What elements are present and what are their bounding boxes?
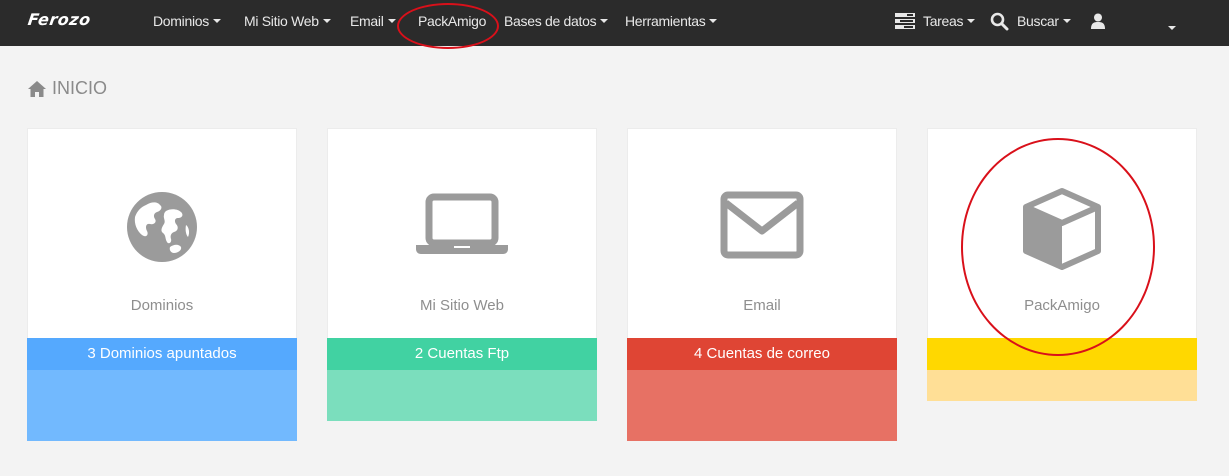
chevron-down-icon [600,19,609,24]
card-packamigo-status [927,338,1197,370]
nav-packamigo-label: PackAmigo [418,13,487,29]
card-email-status: 4 Cuentas de correo [627,338,897,370]
nav-bases-de-datos-label: Bases de datos [504,13,597,29]
chevron-down-icon [322,19,331,24]
card-mi-sitio-web-status: 2 Cuentas Ftp [327,338,597,370]
card-mi-sitio-web-label: Mi Sitio Web [420,297,504,314]
search-icon[interactable] [990,12,1009,36]
card-dominios-footer [27,370,297,441]
card-dominios-label: Dominios [130,297,194,314]
nav-dominios[interactable]: Dominios [153,13,221,29]
card-packamigo[interactable]: PackAmigo [927,128,1197,401]
top-navbar: Ferozo Dominios Mi Sitio Web Email PackA… [0,0,1229,46]
nav-herramientas[interactable]: Herramientas [625,13,718,29]
card-packamigo-footer [927,370,1197,401]
chevron-down-icon [212,19,221,24]
chevron-down-icon [1062,19,1071,24]
nav-mi-sitio-web[interactable]: Mi Sitio Web [244,13,331,29]
laptop-icon [328,191,596,255]
nav-herramientas-label: Herramientas [625,13,706,29]
tasks-menu[interactable]: Tareas [923,13,976,29]
search-menu[interactable]: Buscar [1017,13,1071,29]
tasks-label: Tareas [923,13,964,29]
chevron-down-icon [387,19,396,24]
nav-bases-de-datos[interactable]: Bases de datos [504,13,609,29]
card-email[interactable]: Email 4 Cuentas de correo [627,128,897,441]
chevron-down-icon [709,19,718,24]
card-mi-sitio-web-footer [327,370,597,421]
card-mi-sitio-web[interactable]: Mi Sitio Web 2 Cuentas Ftp [327,128,597,421]
search-label: Buscar [1017,13,1059,29]
page-title-text: INICIO [52,78,108,98]
user-icon[interactable] [1091,13,1105,34]
card-dominios[interactable]: Dominios 3 Dominios apuntados [27,128,297,441]
globe-icon [28,191,296,263]
card-dominios-status: 3 Dominios apuntados [27,338,297,370]
tasks-icon[interactable] [895,13,915,35]
brand-logo[interactable]: Ferozo [27,10,92,29]
nav-mi-sitio-web-label: Mi Sitio Web [244,13,319,29]
card-email-label: Email [743,297,781,314]
nav-dominios-label: Dominios [153,13,209,29]
nav-email[interactable]: Email [350,13,396,29]
home-icon [28,80,46,97]
cube-icon [928,187,1196,271]
page-title: INICIO [28,78,107,99]
chevron-down-icon [967,19,976,24]
card-packamigo-label: PackAmigo [1024,297,1100,314]
user-menu-chevron-icon[interactable] [1168,19,1176,37]
nav-email-label: Email [350,13,384,29]
card-email-footer [627,370,897,441]
nav-packamigo[interactable]: PackAmigo [418,13,486,29]
envelope-icon [628,191,896,259]
